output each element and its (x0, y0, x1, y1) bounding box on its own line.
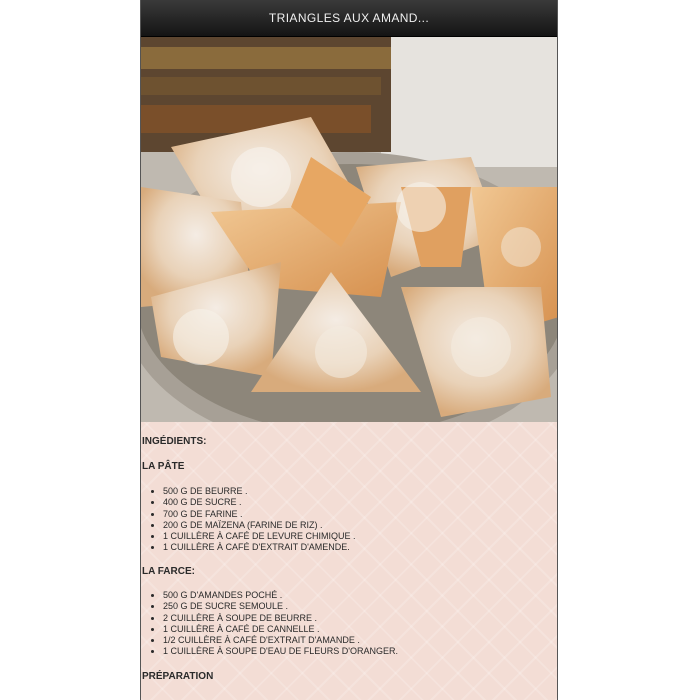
pate-heading: LA PÂTE (142, 461, 185, 472)
recipe-photo (141, 37, 557, 422)
title-bar: TRIANGLES AUX AMAND... (141, 0, 557, 37)
list-item: 250 G DE SUCRE SEMOULE . (163, 601, 398, 612)
app-screen: TRIANGLES AUX AMAND... INGÉDIENTS: LA PÂ… (140, 0, 558, 700)
list-item: 2 CUILLÈRE À SOUPE DE BEURRE . (163, 613, 398, 624)
pate-list: 500 G DE BEURRE . 400 G DE SUCRE . 700 G… (141, 486, 356, 554)
list-item: 200 G DE MAÏZENA (FARINE DE RIZ) . (163, 520, 356, 531)
ingredients-heading: INGÉDIENTS: (142, 436, 207, 447)
list-item: 1 CUILLÈRE À CAFÉ DE LEVURE CHIMIQUE . (163, 531, 356, 542)
list-item: 500 G DE BEURRE . (163, 486, 356, 497)
list-item: 1/2 CUILLÈRE À CAFÉ D'EXTRAIT D'AMANDE . (163, 635, 398, 646)
pastry-photo-icon (141, 37, 557, 422)
recipe-content: INGÉDIENTS: LA PÂTE 500 G DE BEURRE . 40… (141, 422, 557, 700)
list-item: 500 G D'AMANDES POCHÉ . (163, 590, 398, 601)
preparation-heading: PRÉPARATION (142, 671, 214, 682)
list-item: 1 CUILLÈRE À CAFÉ D'EXTRAIT D'AMENDE. (163, 542, 356, 553)
list-item: 700 G DE FARINE . (163, 509, 356, 520)
page-title: TRIANGLES AUX AMAND... (268, 11, 430, 25)
farce-list: 500 G D'AMANDES POCHÉ . 250 G DE SUCRE S… (141, 590, 398, 658)
farce-heading: LA FARCE: (142, 566, 195, 577)
list-item: 400 G DE SUCRE . (163, 497, 356, 508)
list-item: 1 CUILLÈRE À SOUPE D'EAU DE FLEURS D'ORA… (163, 646, 398, 657)
list-item: 1 CUILLÈRE À CAFÉ DE CANNELLE . (163, 624, 398, 635)
